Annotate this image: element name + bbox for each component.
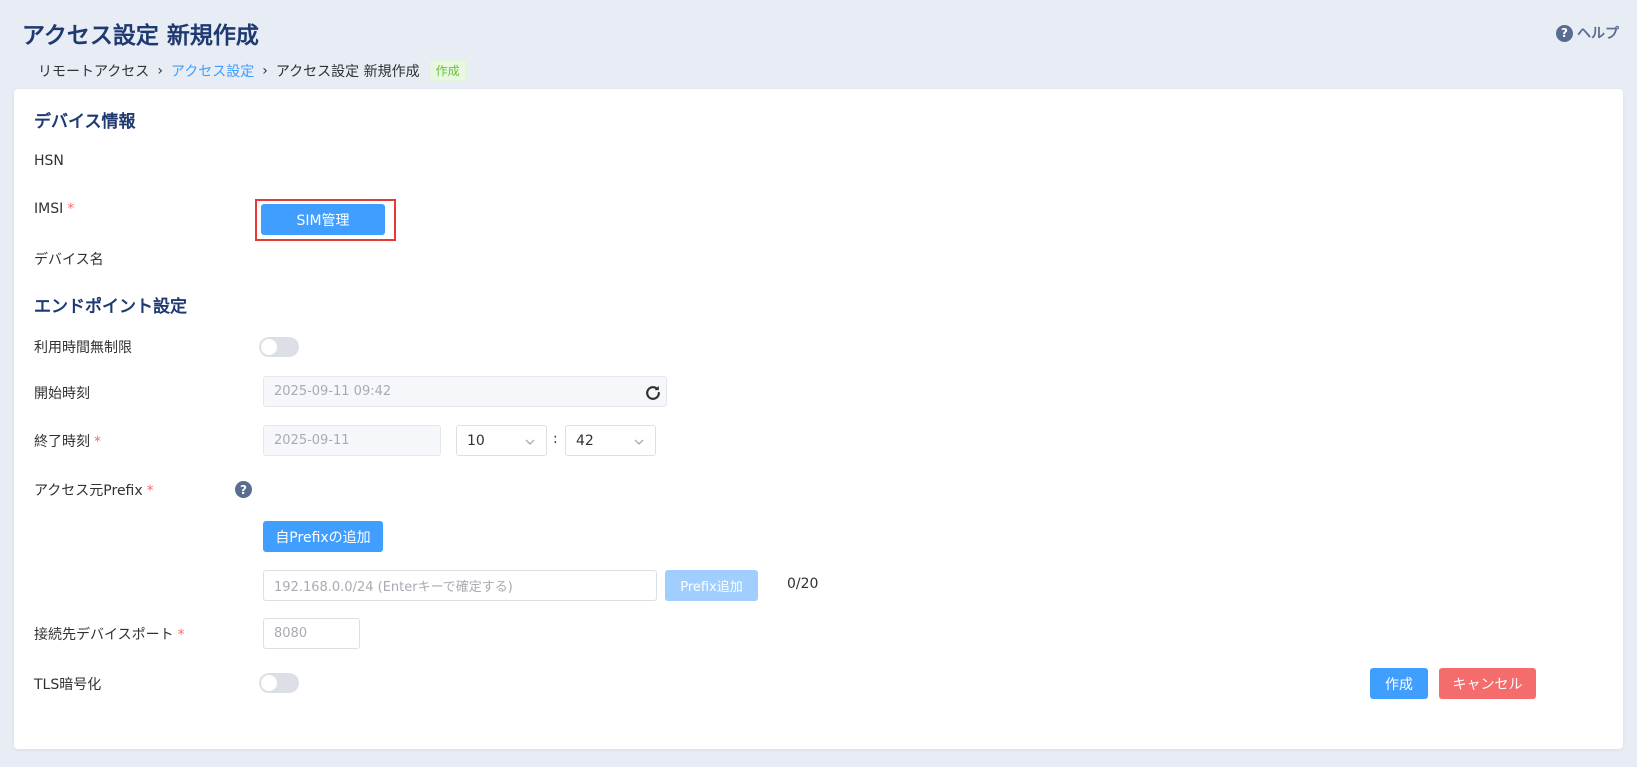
imsi-label-text: IMSI [34,201,64,217]
unlimited-time-toggle[interactable] [259,337,299,357]
breadcrumb-item-current: アクセス設定 新規作成 [275,63,420,80]
cancel-button[interactable]: キャンセル [1439,668,1536,699]
required-mark: * [94,434,101,450]
end-minute-value: 42 [576,432,594,449]
section-title-device-info: デバイス情報 [34,112,136,132]
create-button[interactable]: 作成 [1370,668,1428,699]
unlimited-time-label: 利用時間無制限 [34,340,132,356]
section-title-endpoint: エンドポイント設定 [34,297,187,317]
end-hour-select[interactable]: 10 [456,425,547,456]
status-badge: 作成 [428,60,467,81]
source-prefix-label: アクセス元Prefix * [34,480,154,500]
prefix-input[interactable]: 192.168.0.0/24 (Enterキーで確定する) [263,570,657,601]
breadcrumb: リモートアクセス › アクセス設定 › アクセス設定 新規作成 作成 [38,60,467,81]
add-own-prefix-button[interactable]: 自Prefixの追加 [263,521,383,552]
chevron-right-icon: › [157,62,163,79]
required-mark: * [146,483,154,499]
prefix-add-button[interactable]: Prefix追加 [665,570,758,601]
source-prefix-label-text: アクセス元Prefix [34,483,143,499]
form-card: デバイス情報 HSN IMSI * SIM管理 デバイス名 エンドポイント設定 利… [14,89,1623,749]
chevron-right-icon: › [262,62,268,79]
end-date-field[interactable]: 2025-09-11 [263,425,441,456]
required-mark: * [177,627,185,643]
chevron-down-icon [634,439,644,445]
question-icon[interactable]: ? [235,481,252,498]
end-minute-select[interactable]: 42 [565,425,656,456]
tls-toggle[interactable] [259,673,299,693]
imsi-label: IMSI * [34,201,74,217]
device-port-placeholder: 8080 [274,626,308,641]
end-hour-value: 10 [467,432,485,449]
breadcrumb-item-access-settings[interactable]: アクセス設定 [171,61,254,81]
help-label: ヘルプ [1577,26,1619,42]
device-port-label-text: 接続先デバイスポート [34,627,174,643]
start-time-label: 開始時刻 [34,386,90,402]
start-time-value: 2025-09-11 09:42 [274,384,392,399]
required-mark: * [67,201,75,217]
device-name-label: デバイス名 [34,252,104,268]
prefix-count: 0/20 [787,576,819,592]
page-title: アクセス設定 新規作成 [22,23,259,49]
chevron-down-icon [525,439,535,445]
end-time-label-text: 終了時刻 [34,434,90,450]
breadcrumb-item-remote-access[interactable]: リモートアクセス [38,61,149,81]
end-date-value: 2025-09-11 [274,433,350,448]
time-separator: : [553,431,558,447]
hsn-label: HSN [34,153,64,169]
tls-label: TLS暗号化 [34,677,102,693]
start-time-field: 2025-09-11 09:42 [263,376,667,407]
help-link[interactable]: ? ヘルプ [1556,23,1619,43]
device-port-label: 接続先デバイスポート * [34,624,185,644]
device-port-input[interactable]: 8080 [263,618,360,649]
help-icon: ? [1556,24,1573,42]
prefix-input-placeholder: 192.168.0.0/24 (Enterキーで確定する) [274,580,513,595]
refresh-icon[interactable] [643,383,663,403]
end-time-label: 終了時刻 * [34,431,101,451]
sim-manage-button[interactable]: SIM管理 [261,204,385,235]
